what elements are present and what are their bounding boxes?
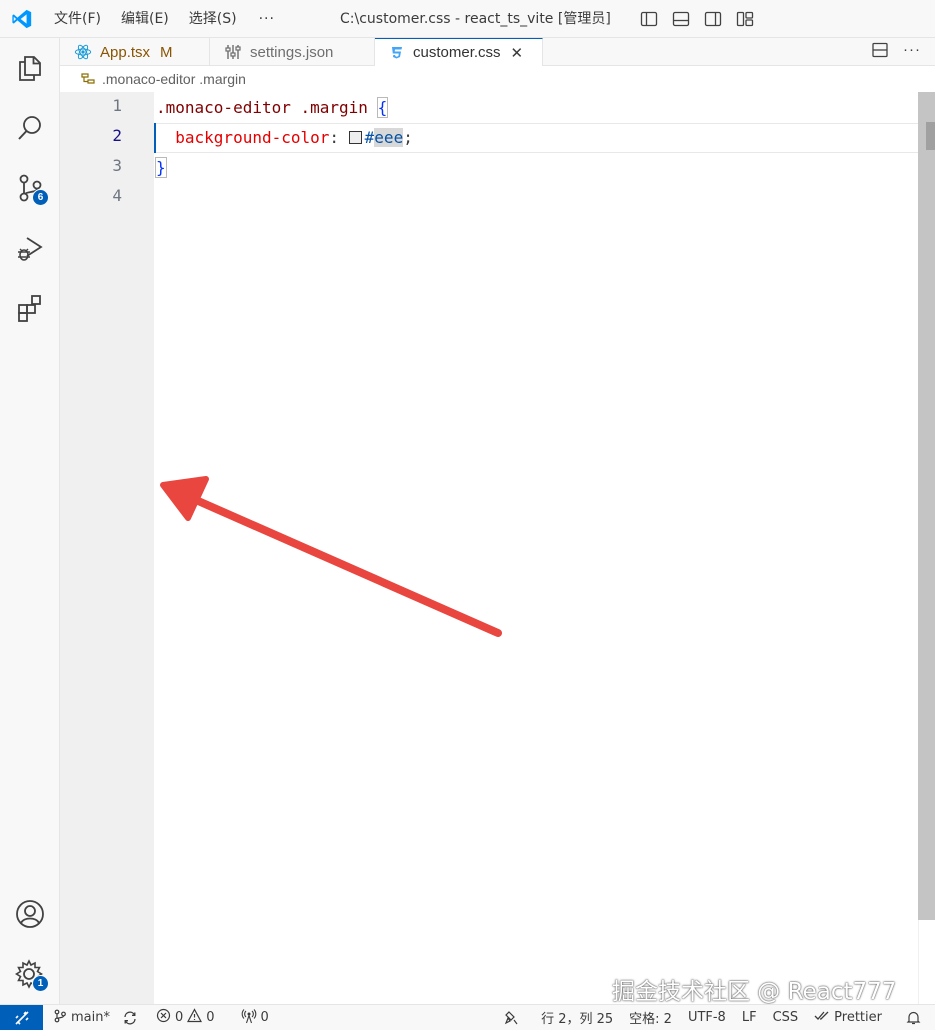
prettier-status[interactable]: Prettier	[808, 1009, 888, 1027]
sync-icon[interactable]	[116, 1010, 144, 1026]
encoding[interactable]: UTF-8	[682, 1010, 732, 1025]
settings-sliders-icon	[224, 43, 242, 61]
broadcast-icon	[241, 1008, 257, 1028]
open-brace: {	[376, 97, 389, 118]
search-icon[interactable]	[0, 100, 60, 156]
code-line-3: }	[155, 153, 167, 183]
ports-count: 0	[260, 1010, 269, 1025]
line-number-current: 2	[112, 126, 122, 145]
css-file-icon	[389, 45, 405, 61]
tab-app-tsx[interactable]: App.tsx M	[60, 38, 210, 66]
editor-scrollbar-thumb[interactable]	[918, 92, 935, 920]
layout-controls	[638, 8, 756, 30]
code-line-1: .monaco-editor .margin {	[156, 93, 389, 123]
cursor-position[interactable]: 行 2，列 25	[535, 1008, 619, 1027]
color-value: eee	[374, 128, 404, 147]
status-bar: main* 0 0 0 行 2，列 25 空格: 2 UTF-8 LF CSS …	[0, 1004, 935, 1030]
semicolon: ;	[403, 128, 413, 147]
branch-status[interactable]: main*	[47, 1009, 116, 1027]
accounts-icon[interactable]	[0, 886, 60, 942]
color-hash: #	[364, 128, 375, 147]
toggle-panel-icon[interactable]	[670, 8, 692, 30]
code-editor[interactable]: .monaco-editor .margin { background-colo…	[154, 92, 918, 1004]
language-mode[interactable]: CSS	[767, 1010, 805, 1025]
run-and-debug-icon[interactable]	[0, 220, 60, 276]
extensions-icon[interactable]	[0, 280, 60, 336]
customize-layout-icon[interactable]	[734, 8, 756, 30]
watermark: 掘金技术社区 @ React777	[612, 979, 897, 1005]
warning-icon	[187, 1008, 203, 1027]
breadcrumb: .monaco-editor .margin	[60, 66, 935, 92]
tab-actions: ···	[871, 41, 921, 62]
react-icon	[74, 43, 92, 61]
line-number: 3	[112, 156, 122, 175]
line-number: 1	[112, 96, 122, 115]
scrollbar-cursor-marker	[926, 122, 935, 150]
source-control-icon[interactable]: 6	[0, 160, 60, 216]
settings-badge: 1	[32, 975, 49, 992]
tab-label: customer.css	[413, 44, 501, 61]
source-control-badge: 6	[32, 189, 49, 206]
modified-indicator: M	[160, 43, 173, 61]
manage-gear-icon[interactable]: 1	[0, 946, 60, 1002]
explorer-icon[interactable]	[0, 40, 60, 96]
menu-more-button[interactable]: ···	[247, 0, 287, 38]
close-tab-button[interactable]: ✕	[511, 44, 524, 62]
tab-label: App.tsx	[100, 43, 151, 61]
error-count: 0	[174, 1010, 184, 1025]
formatter-name: Prettier	[834, 1010, 882, 1025]
css-selector: .monaco-editor .margin	[156, 98, 368, 117]
editor-tabs: App.tsx M settings.json customer.css ✕ ·…	[60, 38, 935, 66]
remote-indicator-icon[interactable]	[0, 1004, 43, 1030]
toggle-secondary-sidebar-icon[interactable]	[702, 8, 724, 30]
toggle-primary-sidebar-icon[interactable]	[638, 8, 660, 30]
tab-settings-json[interactable]: settings.json	[210, 38, 375, 66]
ports-status[interactable]: 0	[235, 1008, 275, 1028]
vscode-logo-icon	[0, 0, 44, 38]
error-icon	[156, 1008, 171, 1027]
split-editor-icon[interactable]	[871, 41, 889, 62]
more-actions-button[interactable]: ···	[903, 41, 921, 62]
double-check-icon	[814, 1009, 830, 1027]
format-brush-icon[interactable]	[497, 1010, 525, 1026]
menu-selection[interactable]: 选择(S)	[179, 0, 247, 38]
tab-label: settings.json	[250, 43, 334, 61]
branch-name: main*	[71, 1010, 110, 1025]
menu-file[interactable]: 文件(F)	[44, 0, 111, 38]
warning-count: 0	[206, 1010, 215, 1025]
css-property: background-color	[175, 128, 330, 147]
editor-gutter: 1 2 3 4	[60, 92, 154, 1004]
line-number: 4	[112, 186, 122, 205]
menu-edit[interactable]: 编辑(E)	[111, 0, 179, 38]
window-title: C:\customer.css - react_ts_vite [管理员]	[340, 11, 611, 27]
breadcrumb-item[interactable]: .monaco-editor .margin	[102, 71, 246, 87]
color-swatch[interactable]	[348, 131, 362, 144]
close-brace: }	[155, 157, 167, 178]
menu-bar: 文件(F) 编辑(E) 选择(S) ···	[44, 0, 287, 38]
problems-status[interactable]: 0 0	[150, 1008, 221, 1027]
title-bar: 文件(F) 编辑(E) 选择(S) ··· C:\customer.css - …	[0, 0, 935, 38]
notifications-bell-icon[interactable]	[900, 1010, 927, 1025]
activity-bar: 6 1	[0, 38, 60, 1004]
tab-customer-css[interactable]: customer.css ✕	[375, 38, 543, 66]
colon: :	[329, 128, 349, 147]
indentation[interactable]: 空格: 2	[623, 1008, 678, 1027]
git-branch-icon	[53, 1009, 67, 1027]
end-of-line[interactable]: LF	[736, 1010, 763, 1025]
code-line-2: background-color: #eee;	[156, 123, 413, 153]
selector-symbol-icon	[80, 71, 96, 87]
